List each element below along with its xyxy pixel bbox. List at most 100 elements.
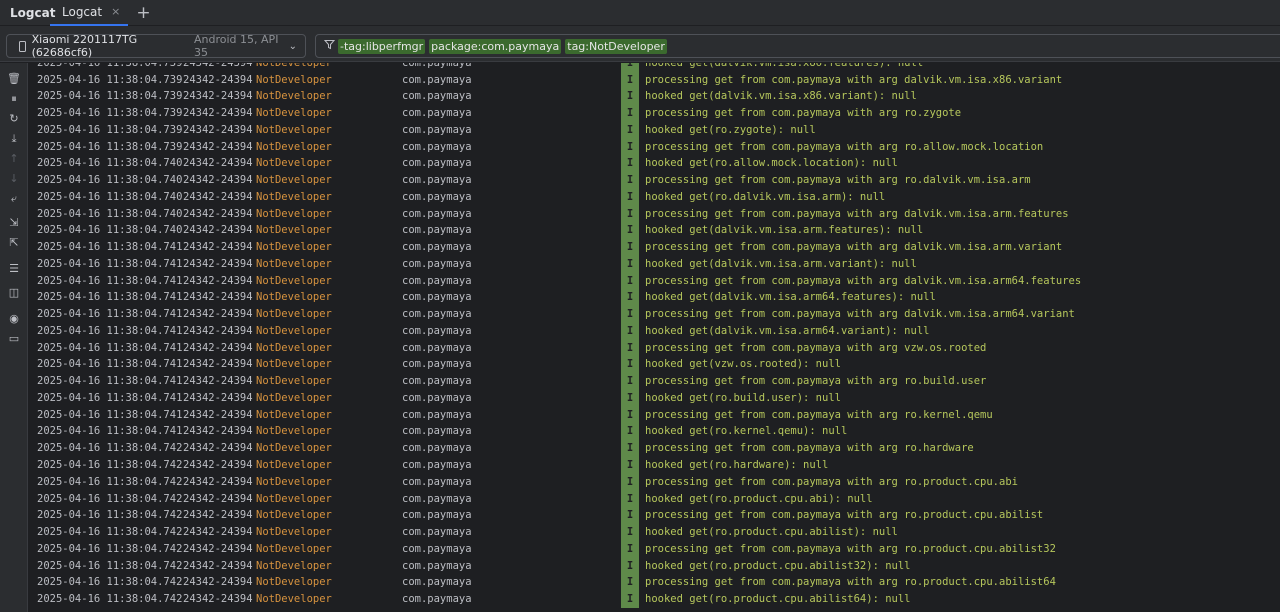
log-row[interactable]: 2025-04-16 11:38:04.741 24342-24394 NotDev… — [29, 389, 1280, 407]
pause-icon[interactable]: ⏸ — [6, 91, 22, 107]
log-row[interactable]: 2025-04-16 11:38:04.741 24342-24394 NotDev… — [29, 322, 1280, 340]
log-package: com.paymaya — [402, 90, 472, 103]
log-row[interactable]: 2025-04-16 11:38:04.741 24342-24394 NotDev… — [29, 356, 1280, 374]
log-level: I — [621, 339, 639, 357]
log-tag: NotDeveloper — [256, 308, 332, 321]
log-message: hooked get(ro.product.cpu.abi): null — [645, 492, 873, 505]
restart-icon[interactable]: ↻ — [6, 111, 22, 127]
device-selector[interactable]: Xiaomi 2201117TG (62686cf6) Android 15, … — [6, 33, 306, 59]
format-settings-icon[interactable]: ☰ — [6, 261, 22, 277]
log-tag: NotDeveloper — [256, 425, 332, 438]
log-row[interactable]: 2025-04-16 11:38:04.739 24342-24394 NotDev… — [29, 88, 1280, 106]
log-level: I — [621, 155, 639, 173]
log-pid: 24342-24394 — [183, 207, 253, 220]
phone-icon — [19, 40, 26, 52]
log-level: I — [621, 591, 639, 608]
close-icon[interactable]: × — [111, 5, 120, 18]
log-tag: NotDeveloper — [256, 492, 332, 505]
filter-chip[interactable]: package:com.paymaya — [429, 38, 562, 54]
log-pid: 24342-24394 — [183, 475, 253, 488]
log-level: I — [621, 205, 639, 223]
log-pid: 24342-24394 — [183, 274, 253, 287]
log-package: com.paymaya — [402, 475, 472, 488]
log-row[interactable]: 2025-04-16 11:38:04.741 24342-24394 NotDev… — [29, 406, 1280, 424]
log-row[interactable]: 2025-04-16 11:38:04.740 24342-24394 NotDev… — [29, 222, 1280, 240]
log-pid: 24342-24394 — [183, 224, 253, 237]
clear-logcat-icon[interactable]: 🗑 — [6, 71, 22, 87]
log-view[interactable]: 2025-04-16 11:38:04.739 24342-24394 NotD… — [29, 63, 1280, 612]
log-row[interactable]: 2025-04-16 11:38:04.742 24342-24394 NotDev… — [29, 557, 1280, 575]
log-message: processing get from com.paymaya with arg… — [645, 174, 1031, 187]
log-message: processing get from com.paymaya with arg… — [645, 442, 974, 455]
app-title: Logcat — [10, 5, 56, 20]
log-row[interactable]: 2025-04-16 11:38:04.739 24342-24394 NotDev… — [29, 105, 1280, 122]
log-row[interactable]: 2025-04-16 11:38:04.739 24342-24394 NotDev… — [29, 71, 1280, 89]
log-row[interactable]: 2025-04-16 11:38:04.741 24342-24394 NotDev… — [29, 272, 1280, 290]
log-time: 2025-04-16 11:38:04.739 — [37, 140, 183, 153]
tab-logcat[interactable]: Logcat × — [50, 0, 129, 26]
log-pid: 24342-24394 — [183, 73, 253, 86]
log-package: com.paymaya — [402, 341, 472, 354]
log-tag: NotDeveloper — [256, 63, 332, 69]
log-row[interactable]: 2025-04-16 11:38:04.742 24342-24394 NotDev… — [29, 507, 1280, 525]
split-panels-icon[interactable]: ◫ — [6, 285, 22, 301]
log-pid: 24342-24394 — [183, 241, 253, 254]
log-time: 2025-04-16 11:38:04.742 — [37, 526, 183, 539]
log-row[interactable]: 2025-04-16 11:38:04.742 24342-24394 NotDev… — [29, 574, 1280, 592]
logcat-toolbar: Xiaomi 2201117TG (62686cf6) Android 15, … — [0, 26, 1280, 62]
log-level: I — [621, 306, 639, 323]
log-time: 2025-04-16 11:38:04.741 — [37, 291, 183, 304]
log-row[interactable]: 2025-04-16 11:38:04.740 24342-24394 NotDev… — [29, 172, 1280, 189]
log-pid: 24342-24394 — [183, 458, 253, 471]
filter-input[interactable]: -tag:libperfmgr package:com.paymaya tag:No… — [315, 34, 1280, 58]
export-logs-icon[interactable]: ⇲ — [6, 215, 22, 231]
filter-chips: -tag:libperfmgr package:com.paymaya tag:No… — [338, 38, 671, 54]
log-row[interactable]: 2025-04-16 11:38:04.739 24342-24394 NotDev… — [29, 138, 1280, 156]
log-message: processing get from com.paymaya with arg… — [645, 375, 987, 388]
log-row[interactable]: 2025-04-16 11:38:04.742 24342-24394 NotDev… — [29, 591, 1280, 608]
add-tab-icon[interactable]: + — [136, 0, 150, 26]
log-time: 2025-04-16 11:38:04.739 — [37, 90, 183, 103]
log-row[interactable]: 2025-04-16 11:38:04.740 24342-24394 NotDev… — [29, 155, 1280, 173]
log-level: I — [621, 473, 639, 491]
log-message: hooked get(ro.zygote): null — [645, 123, 816, 136]
tab-label: Logcat — [62, 4, 103, 19]
log-row[interactable]: 2025-04-16 11:38:04.742 24342-24394 NotDev… — [29, 440, 1280, 457]
log-row[interactable]: 2025-04-16 11:38:04.741 24342-24394 NotDev… — [29, 373, 1280, 390]
screenshot-icon[interactable]: ◉ — [6, 311, 22, 327]
log-row[interactable]: 2025-04-16 11:38:04.742 24342-24394 NotDev… — [29, 473, 1280, 491]
log-package: com.paymaya — [402, 241, 472, 254]
device-name: Xiaomi 2201117TG (62686cf6) — [31, 33, 138, 59]
scroll-to-end-icon[interactable]: ⤓ — [6, 131, 22, 147]
log-tag: NotDeveloper — [256, 559, 332, 572]
log-row[interactable]: 2025-04-16 11:38:04.742 24342-24394 NotDev… — [29, 456, 1280, 474]
log-row[interactable]: 2025-04-16 11:38:04.740 24342-24394 NotDev… — [29, 205, 1280, 223]
log-package: com.paymaya — [402, 576, 472, 589]
log-package: com.paymaya — [402, 174, 472, 187]
soft-wrap-icon[interactable]: ⤶ — [6, 191, 22, 207]
log-row[interactable]: 2025-04-16 11:38:04.739 24342-24394 NotDev… — [29, 121, 1280, 139]
next-occurrence-icon[interactable]: ↓ — [6, 171, 22, 187]
log-time: 2025-04-16 11:38:04.742 — [37, 442, 183, 455]
log-row[interactable]: 2025-04-16 11:38:04.742 24342-24394 NotDev… — [29, 524, 1280, 541]
log-package: com.paymaya — [402, 140, 472, 153]
import-logs-icon[interactable]: ⇱ — [6, 235, 22, 251]
log-row[interactable]: 2025-04-16 11:38:04.741 24342-24394 NotDev… — [29, 339, 1280, 357]
log-row[interactable]: 2025-04-16 11:38:04.741 24342-24394 NotDev… — [29, 239, 1280, 256]
log-package: com.paymaya — [402, 593, 472, 606]
filter-chip[interactable]: tag:NotDeveloper — [565, 38, 667, 54]
log-row[interactable]: 2025-04-16 11:38:04.742 24342-24394 NotDev… — [29, 490, 1280, 508]
filter-icon[interactable] — [320, 39, 338, 53]
filter-chip[interactable]: -tag:libperfmgr — [338, 38, 426, 54]
log-row[interactable]: 2025-04-16 11:38:04.741 24342-24394 NotDev… — [29, 255, 1280, 273]
screen-record-icon[interactable]: ▭ — [6, 331, 22, 347]
log-row[interactable]: 2025-04-16 11:38:04.741 24342-24394 NotDev… — [29, 423, 1280, 441]
log-pid: 24342-24394 — [183, 358, 253, 371]
log-row[interactable]: 2025-04-16 11:38:04.740 24342-24394 NotDev… — [29, 188, 1280, 206]
log-message: processing get from com.paymaya with arg… — [645, 542, 1056, 555]
log-row[interactable]: 2025-04-16 11:38:04.742 24342-24394 NotDev… — [29, 540, 1280, 558]
log-row[interactable]: 2025-04-16 11:38:04.741 24342-24394 NotDev… — [29, 289, 1280, 307]
previous-occurrence-icon[interactable]: ↑ — [6, 151, 22, 167]
log-time: 2025-04-16 11:38:04.739 — [37, 123, 183, 136]
log-row[interactable]: 2025-04-16 11:38:04.741 24342-24394 NotDev… — [29, 306, 1280, 323]
